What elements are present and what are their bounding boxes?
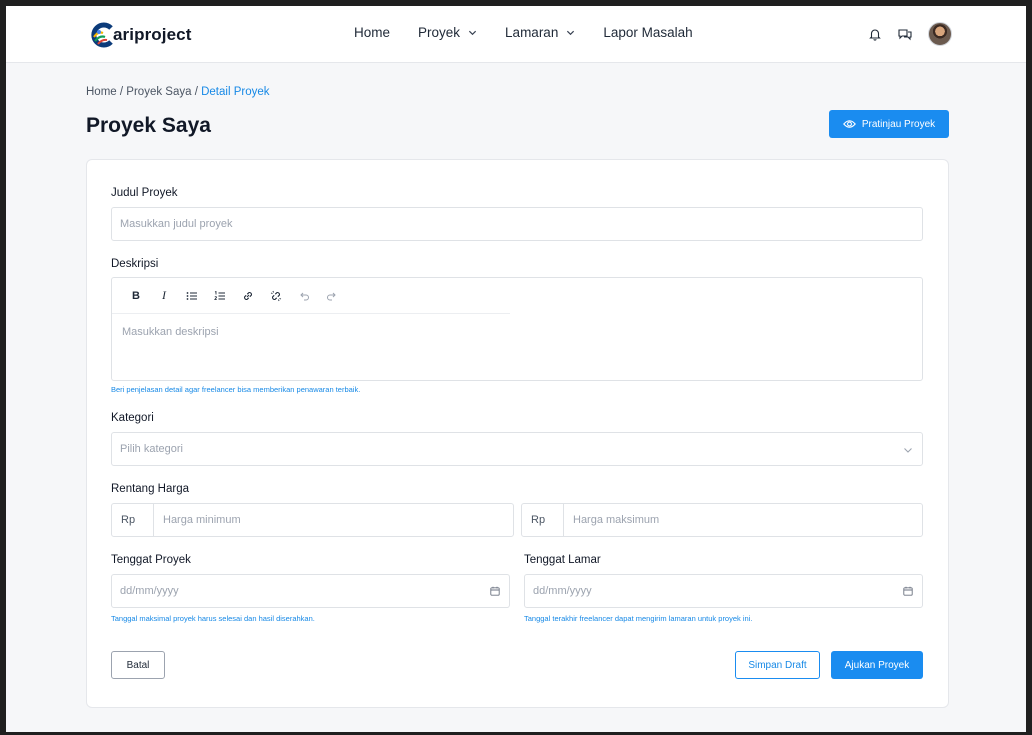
price-min-input[interactable]: Rp Harga minimum xyxy=(111,503,514,537)
nav-lapor-masalah-label: Lapor Masalah xyxy=(603,25,693,40)
price-max-placeholder: Harga maksimum xyxy=(573,514,660,526)
brand-name: ariproject xyxy=(113,25,192,44)
category-select[interactable]: Pilih kategori xyxy=(111,432,923,466)
chevron-down-icon xyxy=(468,30,477,36)
breadcrumb-separator: / xyxy=(194,86,198,98)
currency-prefix: Rp xyxy=(522,503,564,537)
project-title-input[interactable]: Masukkan judul proyek xyxy=(111,207,923,241)
apply-deadline-label: Tenggat Lamar xyxy=(524,554,601,566)
description-editor[interactable]: B I Masukkan deskripsi xyxy=(111,277,923,381)
nav-actions xyxy=(866,22,952,46)
price-max-input[interactable]: Rp Harga maksimum xyxy=(521,503,923,537)
unlink-icon[interactable] xyxy=(262,286,290,306)
page-title: Proyek Saya xyxy=(86,114,211,137)
nav-home[interactable]: Home xyxy=(354,25,390,40)
apply-deadline-input[interactable]: dd/mm/yyyy xyxy=(524,574,923,608)
undo-icon[interactable] xyxy=(290,286,318,306)
bold-button[interactable]: B xyxy=(122,286,150,306)
preview-project-button[interactable]: Pratinjau Proyek xyxy=(829,110,949,138)
calendar-icon[interactable] xyxy=(490,586,500,596)
nav-lamaran[interactable]: Lamaran xyxy=(505,25,575,40)
breadcrumb-current: Detail Proyek xyxy=(201,86,270,98)
brand-logo[interactable]: ariproject xyxy=(90,21,191,49)
redo-icon[interactable] xyxy=(318,286,346,306)
title-label: Judul Proyek xyxy=(111,187,178,199)
description-label: Deskripsi xyxy=(111,258,159,270)
project-deadline-label: Tenggat Proyek xyxy=(111,554,191,566)
apply-deadline-help: Tanggal terakhir freelancer dapat mengir… xyxy=(524,614,753,623)
chevron-down-icon xyxy=(904,448,912,453)
save-draft-label: Simpan Draft xyxy=(748,659,807,671)
breadcrumb-separator: / xyxy=(119,86,124,98)
project-deadline-placeholder: dd/mm/yyyy xyxy=(120,585,179,597)
italic-button[interactable]: I xyxy=(150,286,178,306)
description-placeholder: Masukkan deskripsi xyxy=(122,326,219,338)
project-deadline-help: Tanggal maksimal proyek harus selesai da… xyxy=(111,614,315,623)
apply-deadline-placeholder: dd/mm/yyyy xyxy=(533,585,592,597)
price-range-label: Rentang Harga xyxy=(111,483,189,495)
project-form-card: Judul Proyek Masukkan judul proyek Deskr… xyxy=(86,159,949,708)
category-placeholder: Pilih kategori xyxy=(120,443,183,455)
submit-project-button[interactable]: Ajukan Proyek xyxy=(831,651,923,679)
chevron-down-icon xyxy=(567,30,575,36)
breadcrumb-home[interactable]: Home xyxy=(86,86,117,98)
nav-lamaran-label: Lamaran xyxy=(505,25,559,40)
top-navbar: ariproject Home Proyek Lamaran Lapor Mas… xyxy=(6,6,1026,63)
main-nav: Home Proyek Lamaran Lapor Masalah xyxy=(354,25,721,40)
cancel-label: Batal xyxy=(126,659,150,671)
avatar[interactable] xyxy=(928,22,952,46)
submit-project-label: Ajukan Proyek xyxy=(844,659,910,671)
eye-icon xyxy=(842,120,856,128)
currency-prefix: Rp xyxy=(112,503,154,537)
calendar-icon[interactable] xyxy=(903,586,913,596)
price-min-placeholder: Harga minimum xyxy=(163,514,241,526)
breadcrumb: Home / Proyek Saya / Detail Proyek xyxy=(86,86,270,98)
link-icon[interactable] xyxy=(234,286,262,306)
app-window: ariproject Home Proyek Lamaran Lapor Mas… xyxy=(6,6,1026,732)
ordered-list-icon[interactable] xyxy=(206,286,234,306)
project-deadline-input[interactable]: dd/mm/yyyy xyxy=(111,574,510,608)
editor-toolbar: B I xyxy=(112,278,510,314)
breadcrumb-parent[interactable]: Proyek Saya xyxy=(126,86,191,98)
nav-proyek[interactable]: Proyek xyxy=(418,25,477,40)
cancel-button[interactable]: Batal xyxy=(111,651,165,679)
bell-icon[interactable] xyxy=(866,25,884,43)
category-label: Kategori xyxy=(111,412,154,424)
nav-lapor-masalah[interactable]: Lapor Masalah xyxy=(603,25,692,40)
bullet-list-icon[interactable] xyxy=(178,286,206,306)
nav-home-label: Home xyxy=(354,25,391,40)
preview-project-label: Pratinjau Proyek xyxy=(861,118,936,130)
project-title-placeholder: Masukkan judul proyek xyxy=(120,218,233,230)
description-help: Beri penjelasan detail agar freelancer b… xyxy=(111,385,361,394)
chat-icon[interactable] xyxy=(896,25,914,43)
nav-proyek-label: Proyek xyxy=(418,25,461,40)
save-draft-button[interactable]: Simpan Draft xyxy=(735,651,820,679)
